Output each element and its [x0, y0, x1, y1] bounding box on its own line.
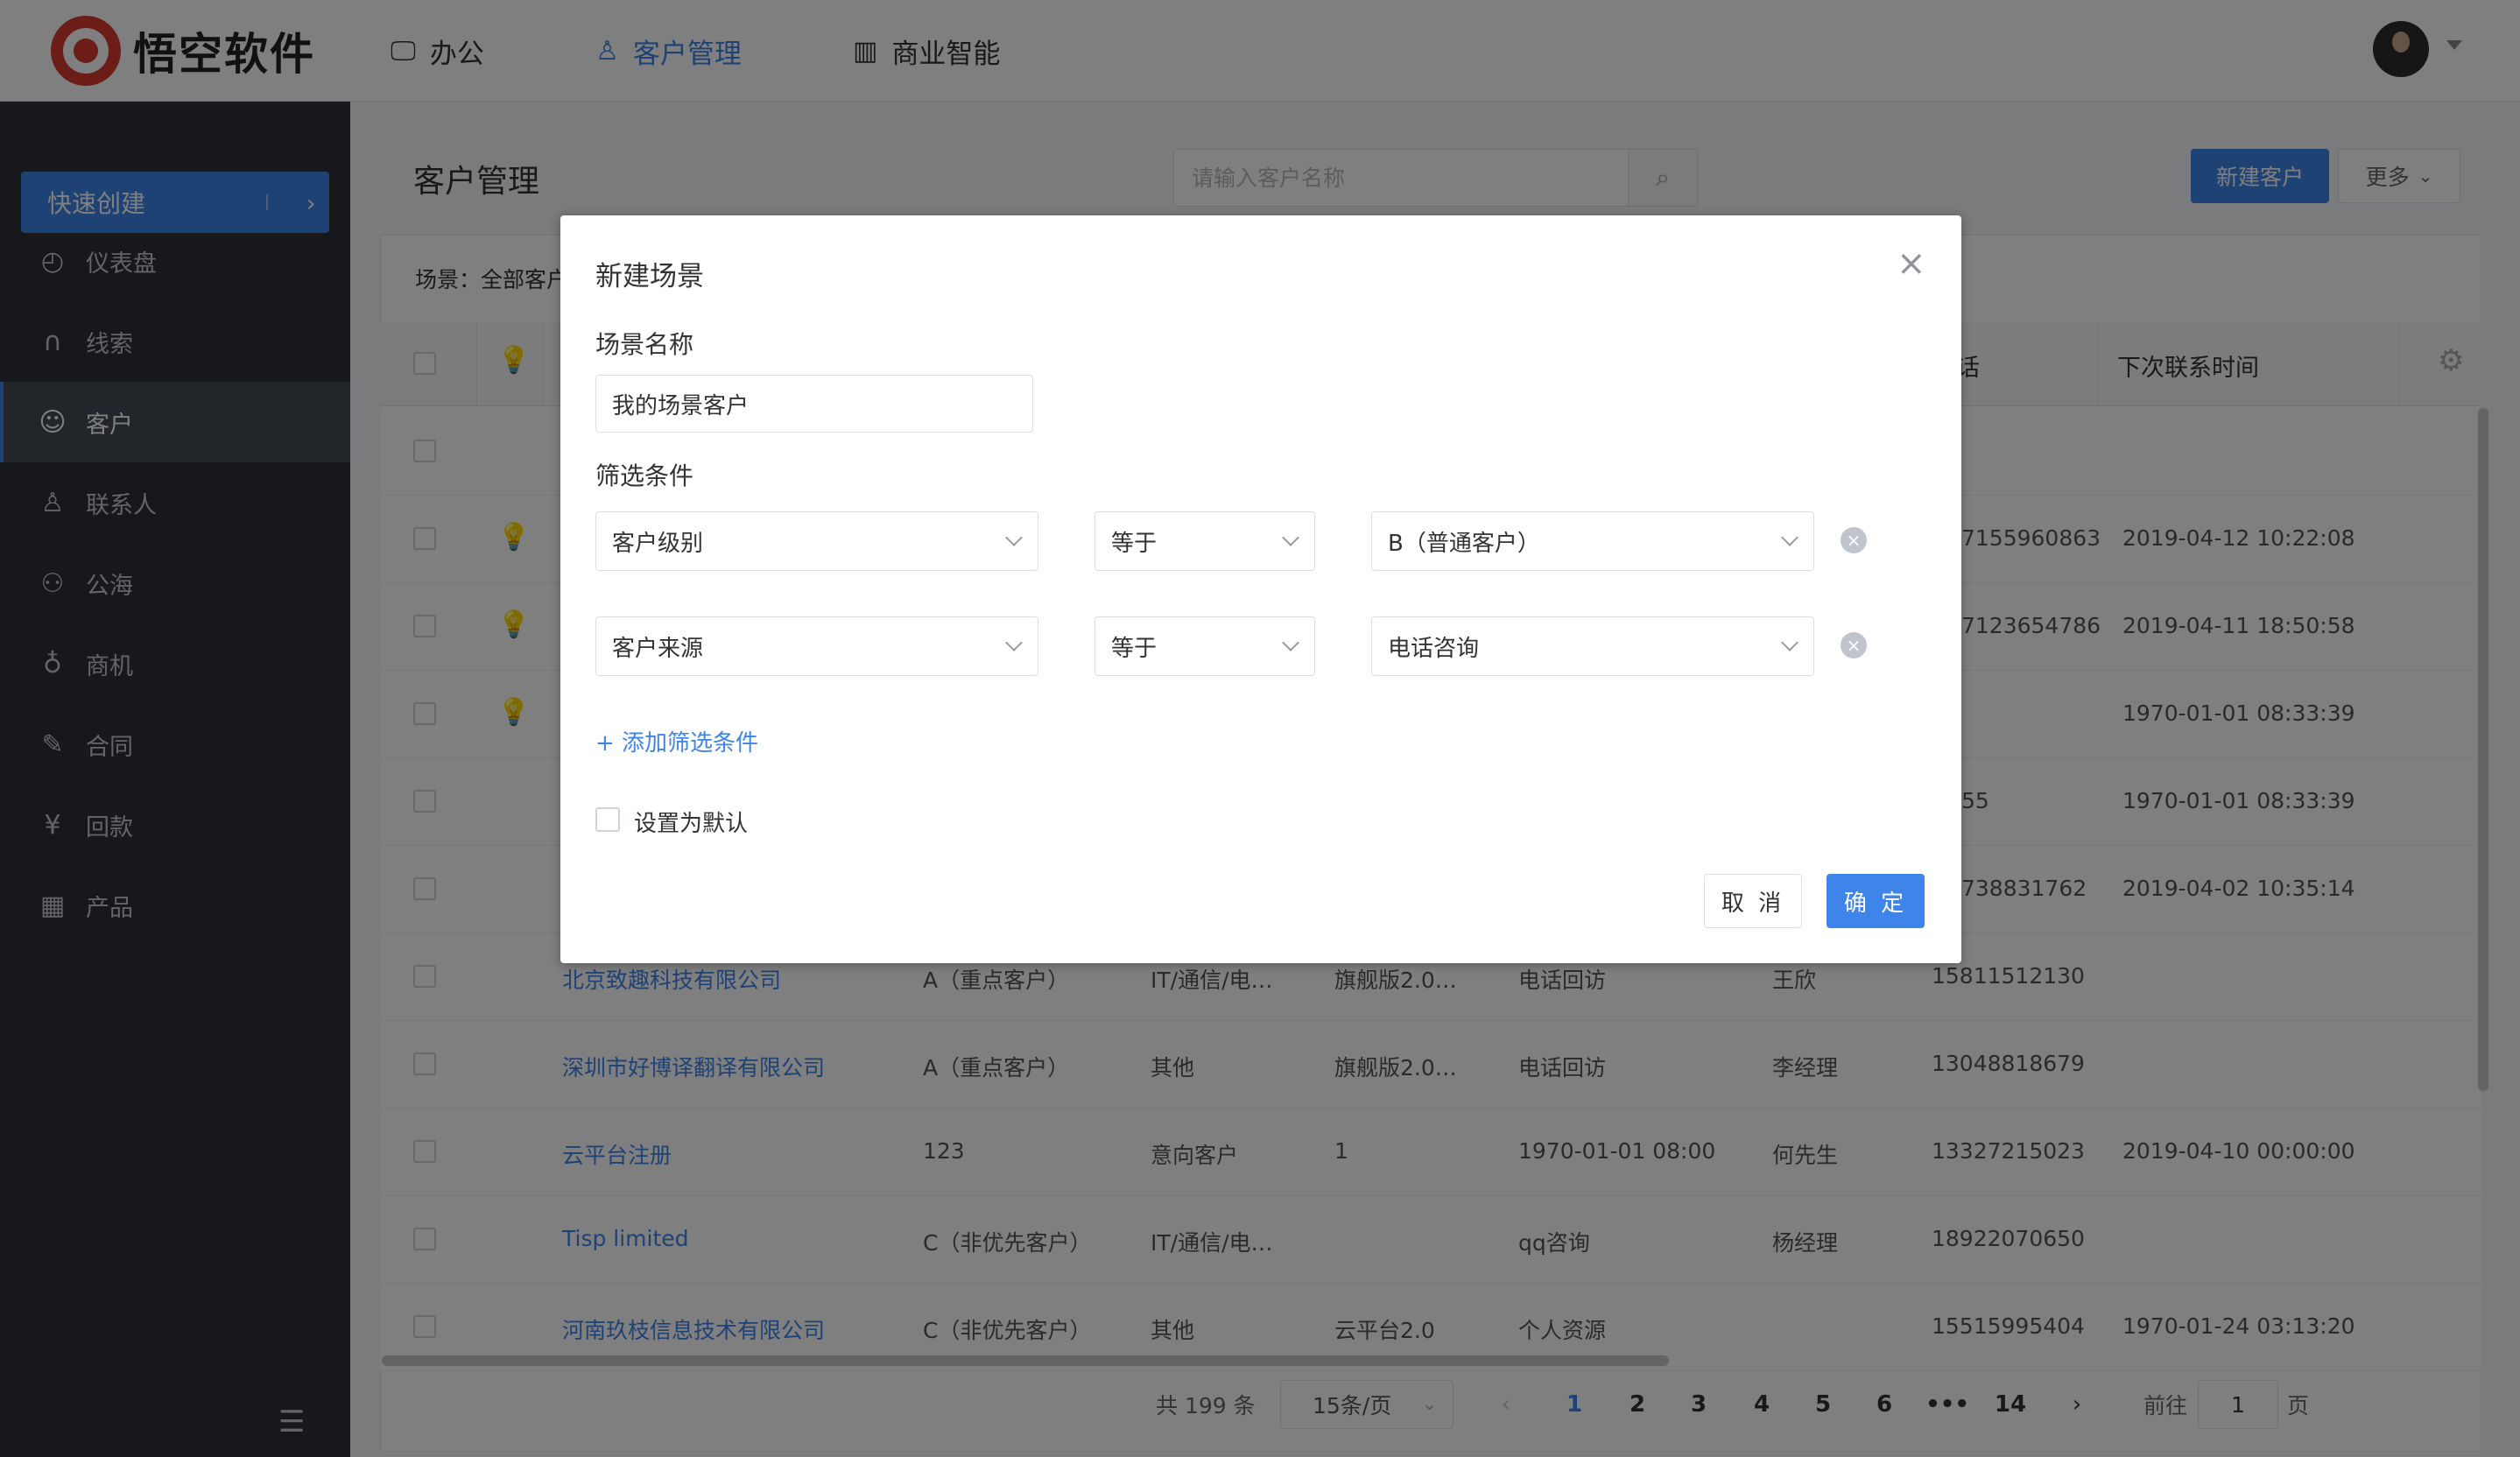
chevron-down-icon	[1005, 634, 1023, 651]
chevron-down-icon	[1282, 634, 1299, 651]
filter-label: 筛选条件	[595, 461, 694, 490]
new-scene-dialog: 新建场景 × 场景名称 筛选条件 客户级别 等于 B（普通客户） × 客户来源 …	[560, 215, 1961, 963]
condition-value-select[interactable]: B（普通客户）	[1371, 511, 1814, 571]
condition-operator-value: 等于	[1111, 530, 1158, 557]
chevron-down-icon	[1781, 634, 1798, 651]
condition-operator-value: 等于	[1111, 635, 1158, 662]
condition-field-value: 客户级别	[612, 530, 704, 557]
condition-field-select[interactable]: 客户来源	[595, 616, 1038, 676]
add-condition-link[interactable]: + 添加筛选条件	[595, 725, 758, 757]
chevron-down-icon	[1282, 529, 1299, 546]
condition-value-value: 电话咨询	[1388, 635, 1480, 662]
chevron-down-icon	[1781, 529, 1798, 546]
condition-field-select[interactable]: 客户级别	[595, 511, 1038, 571]
set-default-checkbox[interactable]	[595, 807, 620, 832]
scene-name-input[interactable]	[595, 375, 1033, 433]
confirm-button[interactable]: 确 定	[1827, 874, 1925, 928]
condition-value-value: B（普通客户）	[1388, 530, 1540, 557]
remove-condition-icon[interactable]: ×	[1841, 527, 1867, 553]
condition-operator-select[interactable]: 等于	[1095, 511, 1315, 571]
chevron-down-icon	[1005, 529, 1023, 546]
condition-value-select[interactable]: 电话咨询	[1371, 616, 1814, 676]
close-icon[interactable]: ×	[1897, 243, 1926, 284]
dialog-title: 新建场景	[595, 261, 704, 292]
condition-operator-select[interactable]: 等于	[1095, 616, 1315, 676]
scene-name-label: 场景名称	[595, 330, 694, 359]
cancel-button[interactable]: 取 消	[1704, 874, 1802, 928]
set-default-label[interactable]: 设置为默认	[634, 806, 748, 838]
remove-condition-icon[interactable]: ×	[1841, 632, 1867, 658]
condition-field-value: 客户来源	[612, 635, 704, 662]
